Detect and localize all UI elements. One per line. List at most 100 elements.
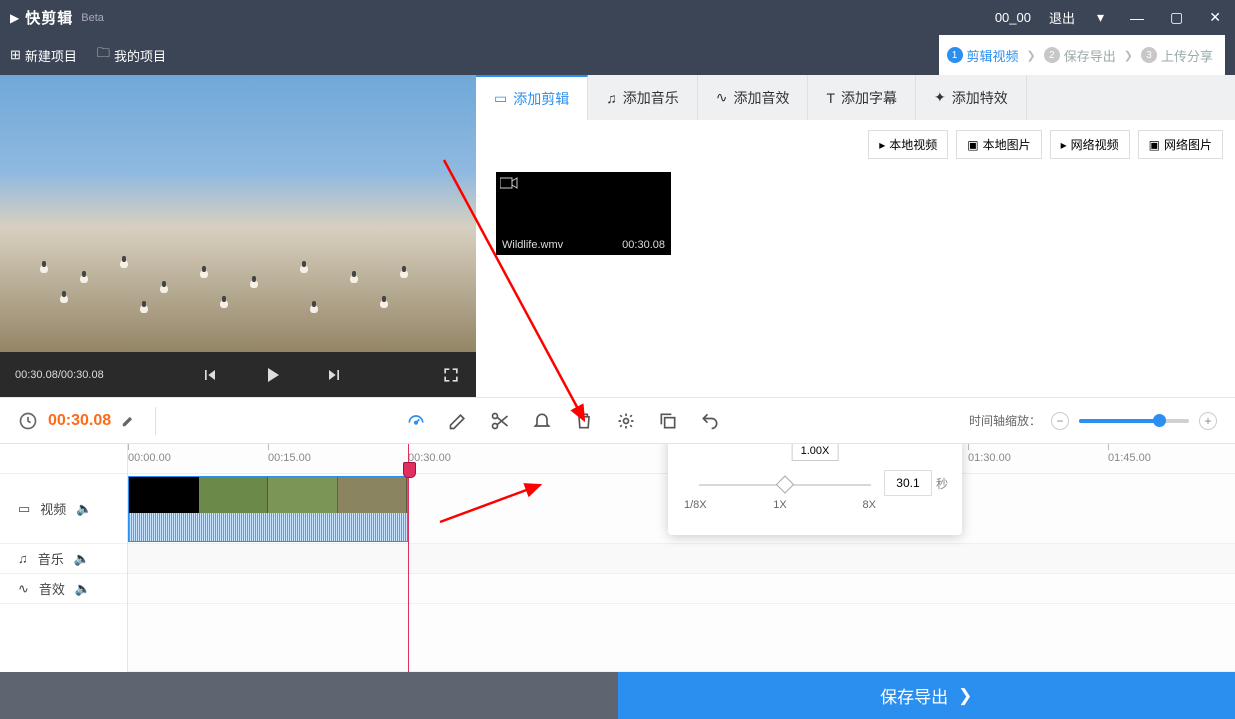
asset-tabs: ▭添加剪辑 ♫添加音乐 ∿添加音效 T添加字幕 ✦添加特效 bbox=[476, 75, 1235, 120]
speed-duration-input[interactable] bbox=[884, 470, 932, 496]
edit-tool[interactable] bbox=[448, 411, 468, 431]
timeline-clip[interactable] bbox=[128, 476, 408, 542]
app-logo-icon: ▶ bbox=[10, 11, 19, 25]
delete-tool[interactable] bbox=[574, 411, 594, 431]
speed-tool[interactable] bbox=[406, 411, 426, 431]
speaker-icon[interactable]: 🔈 bbox=[75, 581, 91, 597]
chevron-right-icon: ❯ bbox=[1124, 49, 1133, 62]
local-video-button[interactable]: ▸本地视频 bbox=[868, 130, 948, 159]
camera-icon bbox=[500, 176, 518, 190]
web-video-button[interactable]: ▸网络视频 bbox=[1050, 130, 1130, 159]
local-image-button[interactable]: ▣本地图片 bbox=[956, 130, 1041, 159]
camera-icon: ▭ bbox=[18, 501, 30, 517]
track-area[interactable]: 00:00.00 00:15.00 00:30.00 1:15.00 01:30… bbox=[128, 444, 1235, 672]
beta-label: Beta bbox=[81, 12, 104, 24]
clip-duration: 00:30.08 bbox=[622, 239, 665, 253]
new-project-label: 新建项目 bbox=[25, 46, 77, 65]
bell-tool[interactable] bbox=[532, 411, 552, 431]
timeline-tools bbox=[166, 411, 959, 431]
wizard-step-share[interactable]: 3上传分享 bbox=[1141, 46, 1213, 65]
speed-value: 1.00X bbox=[792, 444, 839, 461]
timecode: 00:30.08 bbox=[48, 412, 111, 430]
speaker-icon[interactable]: 🔈 bbox=[76, 501, 92, 517]
tab-add-sfx[interactable]: ∿添加音效 bbox=[698, 75, 809, 120]
copy-tool[interactable] bbox=[658, 411, 678, 431]
close-icon[interactable]: ✕ bbox=[1205, 9, 1225, 26]
pencil-icon[interactable] bbox=[121, 414, 135, 428]
source-buttons: ▸本地视频 ▣本地图片 ▸网络视频 ▣网络图片 bbox=[476, 120, 1235, 167]
zoom-slider[interactable] bbox=[1079, 419, 1189, 423]
export-button[interactable]: 保存导出 ❯ bbox=[618, 672, 1235, 719]
timeline: ▭ 视频 🔈 ♫ 音乐 🔈 ∿ 音效 🔈 00:00.00 00:15.00 0… bbox=[0, 444, 1235, 672]
clock-icon bbox=[18, 411, 38, 431]
maximize-icon[interactable]: ▢ bbox=[1166, 9, 1187, 26]
plus-icon: ⊞ bbox=[10, 47, 21, 63]
play-button[interactable] bbox=[260, 363, 284, 387]
playhead[interactable] bbox=[408, 444, 409, 672]
tab-add-subtitle[interactable]: T添加字幕 bbox=[808, 75, 916, 120]
assets-panel: ▭添加剪辑 ♫添加音乐 ∿添加音效 T添加字幕 ✦添加特效 ▸本地视频 ▣本地图… bbox=[476, 75, 1235, 397]
text-icon: T bbox=[826, 90, 835, 106]
zoom-controls: 时间轴缩放： − + bbox=[969, 412, 1217, 430]
speed-min-label: 1/8X bbox=[684, 499, 748, 511]
zoom-out-button[interactable]: − bbox=[1051, 412, 1069, 430]
speed-slider-knob[interactable] bbox=[776, 475, 794, 493]
tab-add-clip[interactable]: ▭添加剪辑 bbox=[476, 75, 588, 120]
track-labels: ▭ 视频 🔈 ♫ 音乐 🔈 ∿ 音效 🔈 bbox=[0, 444, 128, 672]
chevron-right-icon: ❯ bbox=[958, 686, 972, 706]
music-track[interactable] bbox=[128, 544, 1235, 574]
user-label: 00_00 bbox=[995, 10, 1031, 25]
dropdown-icon[interactable]: ▾ bbox=[1093, 9, 1108, 26]
titlebar: ▶ 快剪辑 Beta 00_00 退出 ▾ — ▢ ✕ bbox=[0, 0, 1235, 35]
undo-tool[interactable] bbox=[700, 411, 720, 431]
zoom-in-button[interactable]: + bbox=[1199, 412, 1217, 430]
preview-time: 00:30.08/00:30.08 bbox=[15, 369, 104, 381]
picture-icon: ▣ bbox=[967, 138, 978, 152]
clip-thumbnail[interactable]: Wildlife.wmv 00:30.08 bbox=[496, 172, 671, 255]
web-image-button[interactable]: ▣网络图片 bbox=[1138, 130, 1223, 159]
speed-max-label: 8X bbox=[812, 499, 946, 511]
tab-add-effect[interactable]: ✦添加特效 bbox=[916, 75, 1027, 120]
new-project-button[interactable]: ⊞ 新建项目 bbox=[10, 46, 77, 65]
my-projects-button[interactable]: 🗀 我的项目 bbox=[97, 44, 166, 66]
preview-panel: 00:30.08/00:30.08 bbox=[0, 75, 476, 397]
track-label-sfx: ∿ 音效 🔈 bbox=[0, 574, 127, 604]
cut-tool[interactable] bbox=[490, 411, 510, 431]
main-toolbar: ⊞ 新建项目 🗀 我的项目 1剪辑视频 ❯ 2保存导出 ❯ 3上传分享 bbox=[0, 35, 1235, 75]
track-label-video: ▭ 视频 🔈 bbox=[0, 474, 127, 544]
wand-icon: ✦ bbox=[934, 89, 946, 106]
wizard-step-export[interactable]: 2保存导出 bbox=[1044, 46, 1116, 65]
empty-track bbox=[128, 604, 1235, 672]
music-icon: ♫ bbox=[18, 551, 28, 566]
chevron-right-icon: ❯ bbox=[1027, 49, 1036, 62]
wizard-step-edit[interactable]: 1剪辑视频 bbox=[947, 46, 1019, 65]
detach-tool[interactable] bbox=[616, 411, 636, 431]
ruler-tick: 00:00.00 bbox=[128, 452, 171, 464]
sfx-track[interactable] bbox=[128, 574, 1235, 604]
play-circle-icon: ▸ bbox=[1061, 138, 1067, 152]
timeline-header: 00:30.08 时间轴缩放： − + bbox=[0, 397, 1235, 444]
minimize-icon[interactable]: — bbox=[1126, 10, 1148, 26]
asset-area: Wildlife.wmv 00:30.08 bbox=[476, 167, 1235, 397]
app-title: 快剪辑 bbox=[25, 7, 73, 28]
ruler-tick: 01:45.00 bbox=[1108, 452, 1151, 464]
speed-unit-label: 秒 bbox=[936, 475, 948, 492]
speed-mid-label: 1X bbox=[748, 499, 812, 511]
logout-button[interactable]: 退出 bbox=[1049, 8, 1075, 27]
play-circle-icon: ▸ bbox=[879, 138, 885, 152]
tab-add-music[interactable]: ♫添加音乐 bbox=[588, 75, 698, 120]
next-button[interactable] bbox=[324, 365, 344, 385]
wizard-steps: 1剪辑视频 ❯ 2保存导出 ❯ 3上传分享 bbox=[939, 35, 1225, 75]
sfx-icon: ∿ bbox=[18, 581, 29, 597]
my-projects-label: 我的项目 bbox=[114, 46, 166, 65]
prev-button[interactable] bbox=[200, 365, 220, 385]
ruler-tick: 00:15.00 bbox=[268, 452, 311, 464]
music-icon: ♫ bbox=[606, 90, 617, 106]
preview-controls: 00:30.08/00:30.08 bbox=[0, 352, 476, 397]
speaker-icon[interactable]: 🔈 bbox=[74, 551, 90, 567]
preview-video[interactable] bbox=[0, 75, 476, 352]
speed-popover: 1.00X 1/8X 1X 8X 秒 bbox=[668, 444, 962, 535]
main-area: 00:30.08/00:30.08 ▭添加剪辑 ♫添加音乐 ∿添加音效 T添加字… bbox=[0, 75, 1235, 397]
fullscreen-button[interactable] bbox=[441, 365, 461, 385]
picture-icon: ▣ bbox=[1149, 138, 1160, 152]
